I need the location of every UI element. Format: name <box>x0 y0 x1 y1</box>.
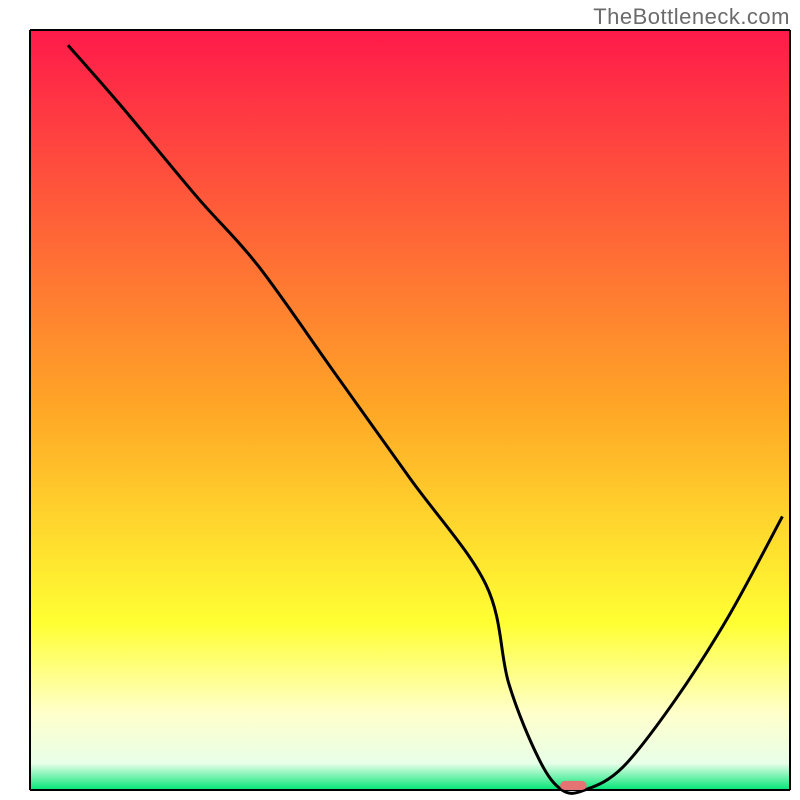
chart-svg <box>0 0 800 800</box>
chart-container: TheBottleneck.com <box>0 0 800 800</box>
watermark-text: TheBottleneck.com <box>593 4 790 30</box>
highlight-marker <box>560 781 587 790</box>
plot-background <box>30 30 790 790</box>
